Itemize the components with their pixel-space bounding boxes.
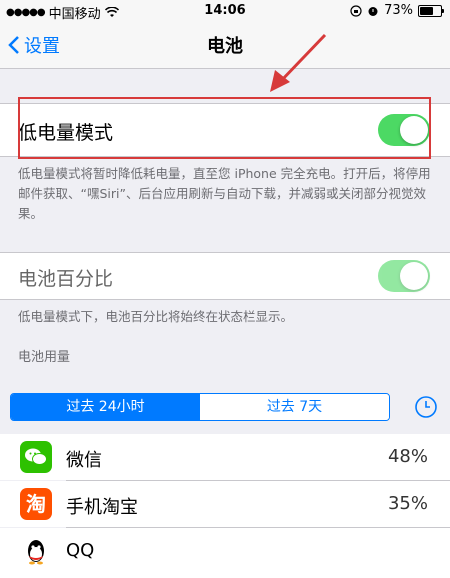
navigation-bar: 设置 电池 xyxy=(0,22,450,69)
battery-percentage-description: 低电量模式下，电池百分比将始终在状态栏显示。 xyxy=(18,309,294,324)
app-name: QQ xyxy=(66,540,95,561)
app-row-taobao[interactable]: 淘 手机淘宝 35% xyxy=(0,481,450,527)
taobao-icon: 淘 xyxy=(20,488,52,520)
taobao-icon-text: 淘 xyxy=(26,492,46,516)
battery-percent: 73% xyxy=(384,3,413,18)
battery-percentage-row[interactable]: 电池百分比 xyxy=(0,252,450,300)
app-row-wechat[interactable]: 微信 48% xyxy=(0,434,450,480)
page-title: 电池 xyxy=(207,36,243,57)
annotation-arrow-icon xyxy=(270,33,327,92)
app-name: 手机淘宝 xyxy=(66,497,138,518)
status-right: 73% xyxy=(350,3,444,18)
battery-percentage-label: 电池百分比 xyxy=(18,268,114,290)
app-percent: 48% xyxy=(387,446,428,467)
tab-last-7-days[interactable]: 过去 7天 xyxy=(200,394,389,420)
usage-period-segmented-control: 过去 24小时 过去 7天 xyxy=(10,393,390,421)
wechat-icon xyxy=(20,441,52,473)
clock-icon[interactable] xyxy=(414,395,438,419)
app-percent: 35% xyxy=(387,493,428,514)
toggle-knob xyxy=(400,262,428,290)
status-bar: ●●●●● 中国移动 14:06 73% xyxy=(0,0,450,22)
app-name: 微信 xyxy=(66,450,102,471)
low-power-description: 低电量模式将暂时降低耗电量，直至您 iPhone 完全充电。打开后，将停用邮件获… xyxy=(18,166,431,221)
orientation-lock-icon xyxy=(350,4,362,17)
annotation-highlight-box xyxy=(18,97,431,159)
qq-icon xyxy=(20,535,52,567)
battery-percentage-toggle[interactable] xyxy=(378,260,430,292)
usage-header: 电池用量 xyxy=(18,350,71,365)
app-row-qq[interactable]: QQ xyxy=(0,528,450,578)
battery-icon xyxy=(418,4,444,17)
battery-fill xyxy=(420,6,434,15)
alarm-icon xyxy=(368,6,378,16)
tab-last-24-hours[interactable]: 过去 24小时 xyxy=(11,394,200,420)
